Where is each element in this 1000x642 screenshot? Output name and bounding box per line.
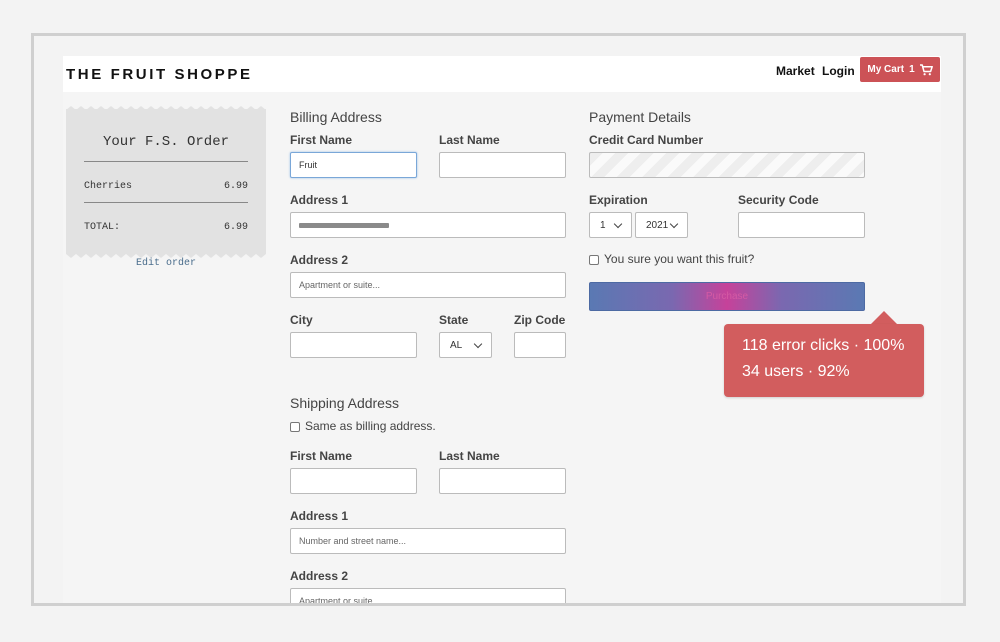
chevron-down-icon bbox=[669, 219, 679, 228]
security-code-label: Security Code bbox=[738, 193, 819, 207]
checkout-body: Your F.S. Order Cherries 6.99 TOTAL: 6.9… bbox=[63, 92, 941, 603]
exp-year-value: 2021 bbox=[646, 219, 669, 231]
purchase-button[interactable]: Purchase bbox=[589, 282, 865, 311]
my-cart-button[interactable]: My Cart 1 bbox=[860, 57, 940, 82]
edit-order-link[interactable]: Edit order bbox=[66, 258, 266, 269]
shipping-last-name-label: Last Name bbox=[439, 449, 500, 463]
tooltip-arrow bbox=[871, 311, 897, 324]
error-clicks-stat: 118 error clicks · 100% bbox=[742, 337, 905, 354]
order-item-price: 6.99 bbox=[223, 181, 248, 192]
state-value: AL bbox=[450, 339, 463, 351]
order-item-row: Cherries 6.99 bbox=[84, 181, 248, 192]
order-total-label: TOTAL: bbox=[84, 222, 121, 233]
shipping-first-name-label: First Name bbox=[290, 449, 353, 463]
site-header: THE FRUIT SHOPPE Market Login My Cart 1 bbox=[63, 56, 941, 92]
billing-state-select[interactable]: AL bbox=[439, 332, 492, 358]
cart-count: 1 bbox=[909, 64, 915, 75]
exp-month-value: 1 bbox=[600, 219, 606, 231]
order-item-name: Cherries bbox=[84, 181, 133, 192]
order-total-value: 6.99 bbox=[223, 222, 248, 233]
exp-month-select[interactable]: 1 bbox=[589, 212, 632, 238]
billing-zip-input[interactable] bbox=[514, 332, 566, 358]
screenshot-frame: THE FRUIT SHOPPE Market Login My Cart 1 … bbox=[31, 33, 966, 606]
shipping-first-name-input[interactable] bbox=[290, 468, 417, 494]
order-title: Your F.S. Order bbox=[102, 134, 230, 150]
exp-year-select[interactable]: 2021 bbox=[635, 212, 688, 238]
confirm-fruit-checkbox[interactable] bbox=[589, 255, 599, 265]
purchase-label: Purchase bbox=[705, 291, 749, 302]
shopping-cart-icon bbox=[919, 63, 933, 75]
billing-zip-label: Zip Code bbox=[514, 313, 566, 327]
page: THE FRUIT SHOPPE Market Login My Cart 1 … bbox=[63, 56, 941, 603]
billing-heading: Billing Address bbox=[290, 109, 382, 125]
shipping-address1-input[interactable]: Number and street name... bbox=[290, 528, 566, 554]
billing-first-name-input[interactable]: Fruit bbox=[290, 152, 417, 178]
nav-market[interactable]: Market bbox=[776, 64, 815, 78]
billing-address2-input[interactable]: Apartment or suite... bbox=[290, 272, 566, 298]
billing-first-name-label: First Name bbox=[290, 133, 353, 147]
billing-address1-input[interactable] bbox=[290, 212, 566, 238]
order-total-row: TOTAL: 6.99 bbox=[84, 222, 248, 233]
security-code-input[interactable] bbox=[738, 212, 865, 238]
same-as-billing-label[interactable]: Same as billing address. bbox=[305, 419, 436, 433]
redacted-address-text bbox=[299, 223, 389, 228]
shipping-address2-input[interactable]: Apartment or suite... bbox=[290, 588, 566, 603]
billing-city-label: City bbox=[290, 313, 313, 327]
shipping-last-name-input[interactable] bbox=[439, 468, 566, 494]
order-receipt: Your F.S. Order Cherries 6.99 TOTAL: 6.9… bbox=[66, 106, 266, 258]
receipt-divider bbox=[84, 202, 248, 203]
same-as-billing-checkbox[interactable] bbox=[290, 422, 300, 432]
error-clicks-tooltip: 118 error clicks · 100% 34 users · 92% bbox=[724, 324, 924, 397]
cc-number-label: Credit Card Number bbox=[589, 133, 704, 147]
chevron-down-icon bbox=[473, 339, 483, 348]
receipt-top-edge bbox=[66, 106, 266, 110]
users-stat: 34 users · 92% bbox=[742, 363, 850, 380]
payment-heading: Payment Details bbox=[589, 109, 691, 125]
shipping-heading: Shipping Address bbox=[290, 395, 399, 411]
expiration-label: Expiration bbox=[589, 193, 648, 207]
cc-number-input[interactable] bbox=[589, 152, 865, 178]
nav-login[interactable]: Login bbox=[822, 64, 855, 78]
confirm-fruit-label[interactable]: You sure you want this fruit? bbox=[604, 252, 754, 266]
billing-address1-label: Address 1 bbox=[290, 193, 349, 207]
billing-state-label: State bbox=[439, 313, 469, 327]
billing-last-name-label: Last Name bbox=[439, 133, 500, 147]
shipping-address2-label: Address 2 bbox=[290, 569, 349, 583]
billing-address2-label: Address 2 bbox=[290, 253, 349, 267]
brand-logo[interactable]: THE FRUIT SHOPPE bbox=[66, 66, 253, 83]
billing-last-name-input[interactable] bbox=[439, 152, 566, 178]
chevron-down-icon bbox=[613, 219, 623, 228]
shipping-address1-label: Address 1 bbox=[290, 509, 349, 523]
billing-city-input[interactable] bbox=[290, 332, 417, 358]
cart-label: My Cart bbox=[867, 64, 905, 75]
receipt-divider bbox=[84, 161, 248, 162]
